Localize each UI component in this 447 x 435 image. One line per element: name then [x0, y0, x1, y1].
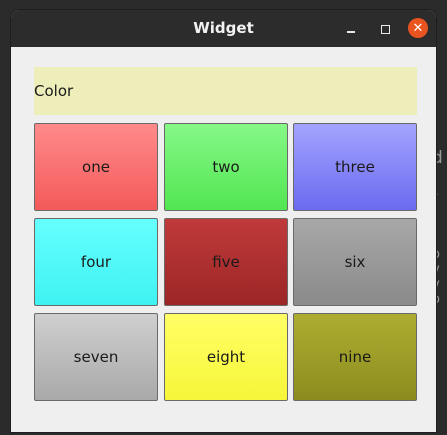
button-two[interactable]: two: [164, 123, 288, 211]
button-eight[interactable]: eight: [164, 313, 288, 401]
window-content: Color one two three four five six seven …: [11, 47, 436, 432]
title-bar[interactable]: Widget ✕: [11, 10, 436, 47]
color-label: Color: [34, 67, 417, 115]
close-icon: ✕: [412, 20, 424, 36]
minimize-button[interactable]: [341, 19, 361, 39]
button-grid: one two three four five six seven eight …: [34, 123, 417, 402]
button-six[interactable]: six: [293, 218, 417, 306]
maximize-icon: [380, 24, 390, 34]
button-one[interactable]: one: [34, 123, 158, 211]
button-four[interactable]: four: [34, 218, 158, 306]
minimize-icon: [347, 31, 355, 33]
widget-window: Widget ✕ Color one two three four five s…: [11, 10, 436, 432]
button-five[interactable]: five: [164, 218, 288, 306]
window-title: Widget: [193, 19, 254, 37]
button-seven[interactable]: seven: [34, 313, 158, 401]
close-button[interactable]: ✕: [408, 18, 428, 38]
maximize-button[interactable]: [375, 19, 395, 39]
button-three[interactable]: three: [293, 123, 417, 211]
button-nine[interactable]: nine: [293, 313, 417, 401]
